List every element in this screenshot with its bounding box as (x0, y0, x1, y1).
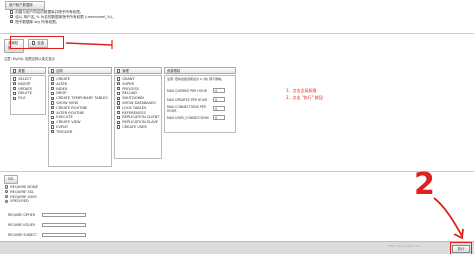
checkbox-icon[interactable] (51, 96, 55, 100)
privilege-item[interactable]: CREATE USER (117, 125, 159, 130)
ssl-field-row: REQUIRE SUBJECT (8, 230, 86, 240)
checkbox-icon[interactable] (13, 87, 17, 91)
privilege-item[interactable]: TRIGGER (51, 130, 109, 135)
checkbox-icon[interactable] (10, 10, 14, 14)
ssl-option[interactable]: SPECIFIED (5, 199, 38, 204)
privilege-group-structure: 结构 CREATE ALTER INDEX DROP CREATE TEMPOR… (48, 67, 112, 167)
checkbox-icon[interactable] (13, 96, 17, 100)
limit-row: MAX UPDATES PER HOUR 0 (167, 95, 233, 104)
limit-input[interactable]: 0 (213, 88, 225, 93)
resource-limits-group: 资源限制 注意: 若将这些选项设为 0 (零) 即不限制。 MAX QUERIE… (164, 67, 236, 133)
ssl-options: REQUIRE NONE REQUIRE SSL REQUIRE X509 SP… (5, 185, 38, 204)
divider (0, 171, 474, 172)
resource-limits-note: 注意: 若将这些选项设为 0 (零) 即不限制。 (167, 77, 225, 81)
ssl-field-input[interactable] (42, 232, 86, 238)
limit-label: MAX CONNECTIONS PER HOUR (167, 104, 206, 113)
limit-row: MAX USER_CONNECTIONS 0 (167, 113, 233, 122)
limit-input[interactable]: 0 (213, 97, 225, 102)
checkbox-icon[interactable] (10, 15, 14, 19)
checkbox-icon[interactable] (117, 115, 121, 119)
checkbox-icon[interactable] (117, 101, 121, 105)
checkbox-icon[interactable] (117, 69, 121, 73)
limit-label: MAX USER_CONNECTIONS (167, 115, 209, 120)
limit-row: MAX QUERIES PER HOUR 0 (167, 86, 233, 95)
checkbox-icon[interactable] (10, 20, 14, 24)
ssl-field-input[interactable] (42, 222, 86, 228)
checkbox-icon[interactable] (51, 130, 55, 134)
resource-limits-header: 资源限制 (164, 67, 236, 74)
checkbox-icon[interactable] (13, 82, 17, 86)
checkbox-icon[interactable] (51, 69, 55, 73)
checkbox-icon[interactable] (117, 125, 121, 129)
limit-row: MAX CONNECTIONS PER HOUR 0 (167, 104, 233, 113)
checkbox-icon[interactable] (51, 87, 55, 91)
user-account-legend: 用户帐户数据库 (5, 1, 45, 10)
go-button-highlight (450, 242, 472, 254)
annotation-step1: 1、点击全局权限 (286, 88, 317, 93)
ssl-field-label: REQUIRE CIPHER (8, 213, 35, 217)
ssl-field-row: REQUIRE ISSUER (8, 220, 86, 230)
checkbox-icon[interactable] (51, 125, 55, 129)
checkbox-icon[interactable] (117, 106, 121, 110)
checkbox-icon[interactable] (117, 120, 121, 124)
checkbox-icon[interactable] (117, 91, 121, 95)
option-grant-sky-db[interactable]: 授予数据库 sky 所有权限。 (10, 20, 116, 25)
ssl-fields: REQUIRE CIPHER REQUIRE ISSUER REQUIRE SU… (8, 210, 86, 240)
annotation-arrow-icon (65, 40, 113, 49)
privilege-group-administration: 管理 GRANT SUPER PROCESS RELOAD SHUTDOWN S… (114, 67, 162, 159)
ssl-field-label: REQUIRE SUBJECT (8, 233, 37, 237)
highlight-box (10, 36, 64, 49)
global-privileges-section: 全局权限 全选 注意: MySQL 权限名称以英文显示 数据 SELECT IN… (2, 36, 472, 168)
ssl-field-row: REQUIRE CIPHER (8, 210, 86, 220)
limit-input[interactable]: 0 (213, 115, 225, 120)
radio-icon[interactable] (5, 195, 9, 199)
checkbox-icon[interactable] (117, 96, 121, 100)
checkbox-icon[interactable] (51, 110, 55, 115)
checkbox-icon[interactable] (13, 91, 17, 95)
ssl-legend: SSL (4, 175, 18, 184)
group-items: SELECT INSERT UPDATE DELETE FILE (10, 75, 46, 115)
radio-icon[interactable] (5, 199, 9, 203)
limit-label: MAX UPDATES PER HOUR (167, 97, 208, 102)
footer-bar: https://blog.csdn.net/... 执行 (0, 241, 474, 254)
privilege-group-data: 数据 SELECT INSERT UPDATE DELETE FILE (10, 67, 46, 115)
checkbox-icon[interactable] (51, 120, 55, 124)
group-header[interactable]: 管理 (114, 67, 162, 74)
radio-icon[interactable] (5, 185, 9, 189)
limit-label: MAX QUERIES PER HOUR (167, 88, 207, 93)
privilege-item[interactable]: FILE (13, 96, 43, 101)
resource-limits-body: 注意: 若将这些选项设为 0 (零) 即不限制。 MAX QUERIES PER… (164, 75, 236, 133)
checkbox-icon[interactable] (117, 77, 121, 81)
ssl-section: SSL REQUIRE NONE REQUIRE SSL REQUIRE X50… (2, 175, 472, 241)
annotation-arrow-down-icon (433, 197, 464, 240)
checkbox-icon[interactable] (117, 110, 121, 115)
user-account-options: 创建与用户同名的数据库并授予所有权限。 给以 用户名_% 为名的数据库授予所有权… (10, 10, 116, 24)
ssl-field-label: REQUIRE ISSUER (8, 223, 35, 227)
divider (0, 33, 474, 34)
checkbox-icon[interactable] (117, 87, 121, 91)
annotation-step2: 2、点击 "执行" 按钮 (286, 95, 323, 100)
checkbox-icon[interactable] (51, 106, 55, 110)
checkbox-icon[interactable] (51, 77, 55, 81)
group-items: CREATE ALTER INDEX DROP CREATE TEMPORARY… (48, 75, 112, 167)
global-note: 注意: MySQL 权限名称以英文显示 (4, 57, 55, 61)
group-items: GRANT SUPER PROCESS RELOAD SHUTDOWN SHOW… (114, 75, 162, 159)
watermark: https://blog.csdn.net/... (388, 244, 423, 248)
checkbox-icon[interactable] (13, 69, 17, 73)
radio-icon[interactable] (5, 190, 9, 194)
checkbox-icon[interactable] (51, 115, 55, 119)
checkbox-icon[interactable] (13, 77, 17, 81)
limit-input[interactable]: 0 (213, 106, 225, 111)
checkbox-icon[interactable] (51, 101, 55, 105)
user-account-section: 用户帐户数据库 创建与用户同名的数据库并授予所有权限。 给以 用户名_% 为名的… (2, 1, 472, 37)
ssl-field-input[interactable] (42, 212, 86, 218)
checkbox-icon[interactable] (51, 91, 55, 95)
checkbox-icon[interactable] (117, 82, 121, 86)
group-header[interactable]: 数据 (10, 67, 46, 74)
group-header[interactable]: 结构 (48, 67, 112, 74)
checkbox-icon[interactable] (51, 82, 55, 86)
